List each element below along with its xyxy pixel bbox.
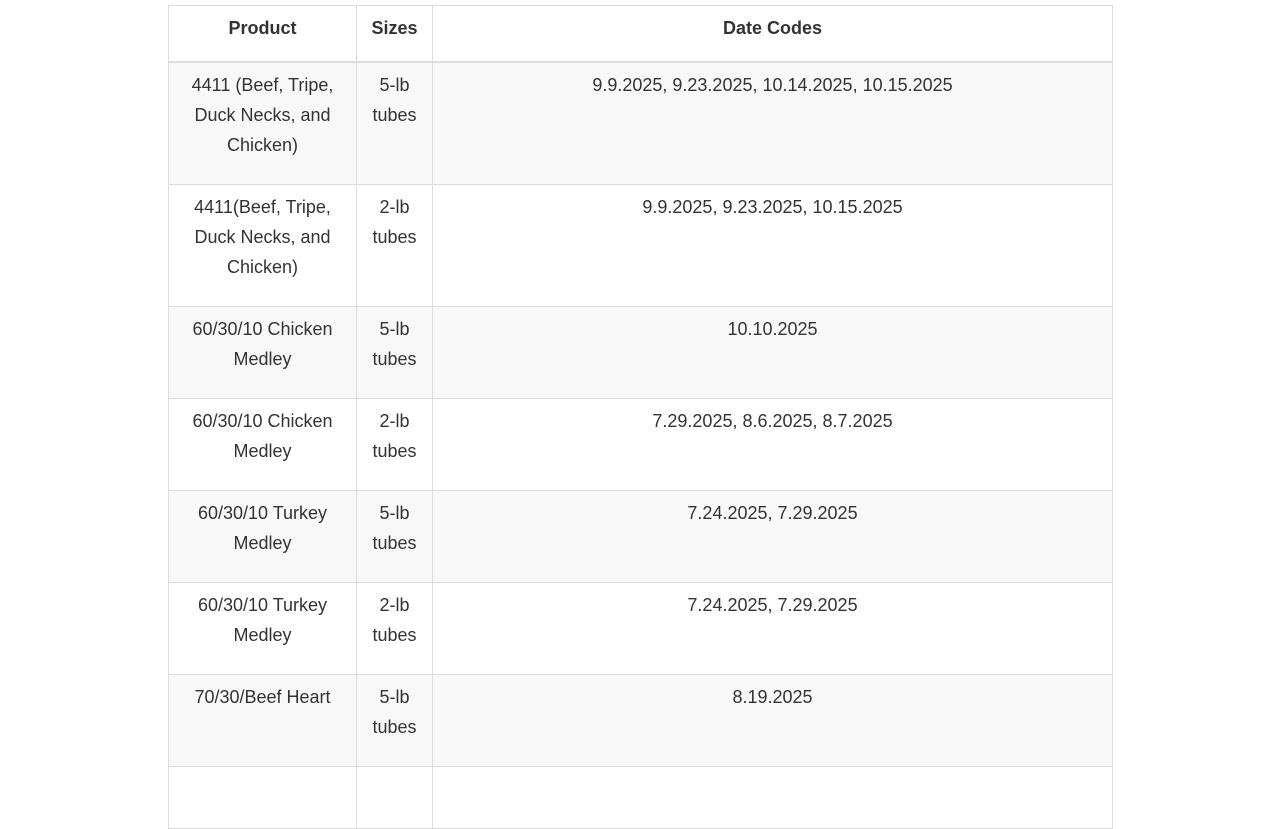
table-row: 60/30/10 Chicken Medley 5-lb tubes 10.10…: [168, 306, 1113, 399]
header-sizes: Sizes: [356, 5, 433, 63]
recall-table: Product Sizes Date Codes 4411 (Beef, Tri…: [168, 5, 1113, 829]
cell-date-codes: 7.29.2025, 8.6.2025, 8.7.2025: [432, 398, 1113, 491]
cell-sizes: [356, 766, 433, 829]
cell-product: 60/30/10 Chicken Medley: [168, 398, 357, 491]
table-row: 60/30/10 Turkey Medley 5-lb tubes 7.24.2…: [168, 490, 1113, 583]
cell-date-codes: 7.24.2025, 7.29.2025: [432, 490, 1113, 583]
table-row: 70/30/Beef Heart 5-lb tubes 8.19.2025: [168, 674, 1113, 767]
table-row: 60/30/10 Chicken Medley 2-lb tubes 7.29.…: [168, 398, 1113, 491]
cell-date-codes: 7.24.2025, 7.29.2025: [432, 582, 1113, 675]
table-header: Product Sizes Date Codes: [168, 5, 1113, 63]
cell-sizes: 5-lb tubes: [356, 674, 433, 767]
cell-product: 60/30/10 Turkey Medley: [168, 582, 357, 675]
header-date-codes: Date Codes: [432, 5, 1113, 63]
cell-date-codes: 9.9.2025, 9.23.2025, 10.15.2025: [432, 184, 1113, 307]
header-product: Product: [168, 5, 357, 63]
cell-product: 60/30/10 Chicken Medley: [168, 306, 357, 399]
table-row: [168, 766, 1113, 829]
cell-product: 60/30/10 Turkey Medley: [168, 490, 357, 583]
cell-product: 4411(Beef, Tripe, Duck Necks, and Chicke…: [168, 184, 357, 307]
cell-sizes: 5-lb tubes: [356, 61, 433, 185]
table-row: 4411(Beef, Tripe, Duck Necks, and Chicke…: [168, 184, 1113, 307]
cell-date-codes: 8.19.2025: [432, 674, 1113, 767]
cell-date-codes: [432, 766, 1113, 829]
table-body: 4411 (Beef, Tripe, Duck Necks, and Chick…: [168, 61, 1113, 829]
cell-product: 4411 (Beef, Tripe, Duck Necks, and Chick…: [168, 61, 357, 185]
recall-table-container: Product Sizes Date Codes 4411 (Beef, Tri…: [168, 5, 1113, 829]
cell-product: [168, 766, 357, 829]
cell-sizes: 2-lb tubes: [356, 398, 433, 491]
header-row: Product Sizes Date Codes: [168, 5, 1113, 63]
table-row: 60/30/10 Turkey Medley 2-lb tubes 7.24.2…: [168, 582, 1113, 675]
cell-product: 70/30/Beef Heart: [168, 674, 357, 767]
cell-sizes: 2-lb tubes: [356, 184, 433, 307]
cell-date-codes: 9.9.2025, 9.23.2025, 10.14.2025, 10.15.2…: [432, 61, 1113, 185]
cell-sizes: 5-lb tubes: [356, 490, 433, 583]
cell-sizes: 2-lb tubes: [356, 582, 433, 675]
cell-sizes: 5-lb tubes: [356, 306, 433, 399]
table-row: 4411 (Beef, Tripe, Duck Necks, and Chick…: [168, 61, 1113, 185]
cell-date-codes: 10.10.2025: [432, 306, 1113, 399]
